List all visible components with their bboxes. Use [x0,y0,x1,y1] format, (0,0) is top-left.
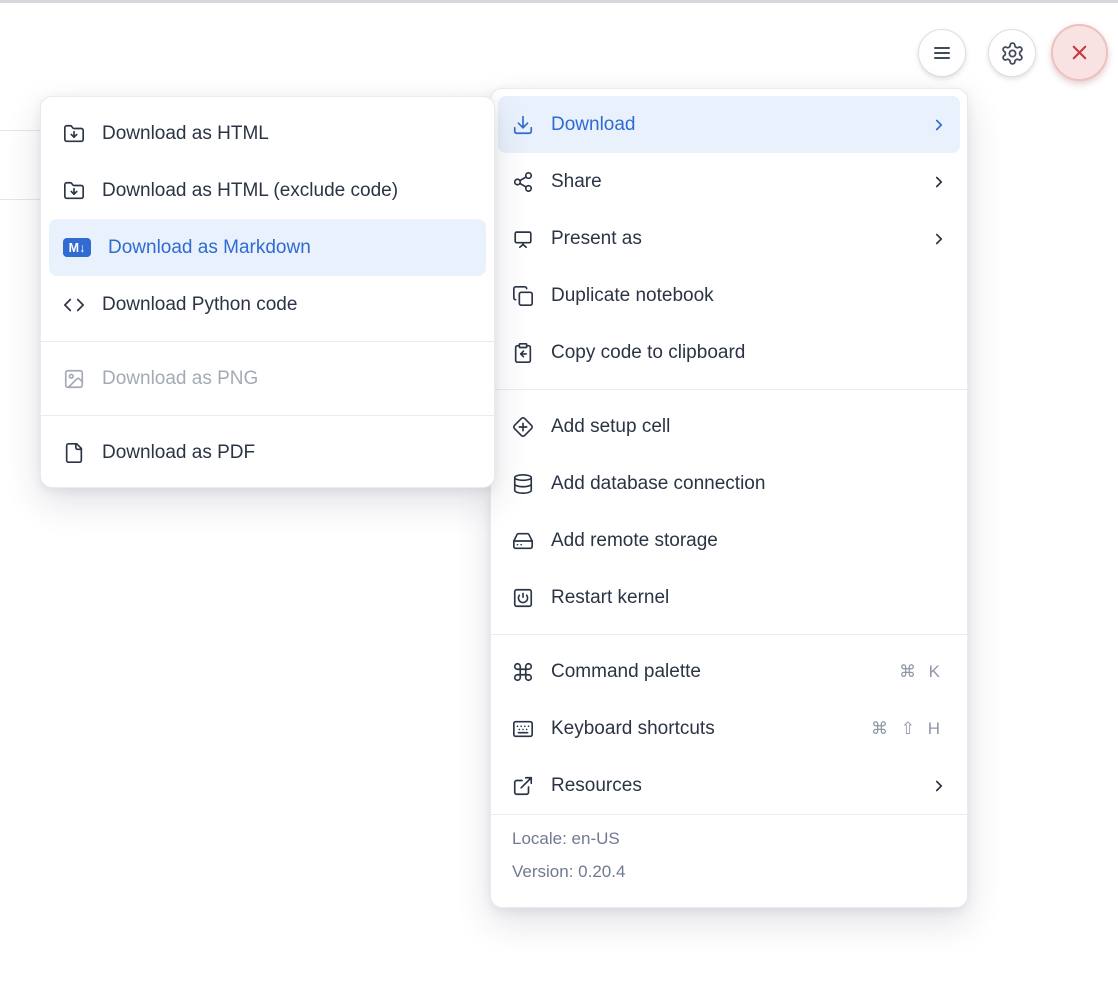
notebook-menu-button[interactable] [918,29,966,77]
hamburger-icon [930,41,954,65]
menu-item-keyboard-shortcuts[interactable]: Keyboard shortcuts ⌘ ⇧ H [498,700,960,757]
locale-text: Locale: en-US [512,829,946,849]
menu-item-label: Restart kernel [551,587,948,609]
submenu-item-download-python-code[interactable]: Download Python code [49,276,486,333]
background-rule-line [0,199,40,200]
database-icon [512,473,534,495]
menu-separator [41,415,494,416]
menu-item-duplicate-notebook[interactable]: Duplicate notebook [498,267,960,324]
markdown-badge-icon: M↓ [63,237,91,259]
presentation-icon [512,228,534,250]
submenu-item-download-pdf[interactable]: Download as PDF [49,424,486,481]
folder-download-icon [63,180,85,202]
external-link-icon [512,775,534,797]
menu-item-label: Download as PNG [102,368,474,390]
menu-item-label: Share [551,171,930,193]
menu-item-label: Add setup cell [551,416,948,438]
code-icon [63,294,85,316]
menu-item-share[interactable]: Share [498,153,960,210]
window-top-edge [0,0,1118,3]
share-icon [512,171,534,193]
chevron-right-icon [930,777,948,795]
keyboard-icon [512,718,534,740]
menu-item-label: Command palette [551,661,899,683]
menu-item-add-setup-cell[interactable]: Add setup cell [498,398,960,455]
hard-drive-icon [512,530,534,552]
menu-item-command-palette[interactable]: Command palette ⌘ K [498,643,960,700]
gear-icon [1000,41,1025,66]
chevron-right-icon [930,116,948,134]
markdown-badge-text: M↓ [63,238,91,257]
chevron-right-icon [930,230,948,248]
menu-item-present-as[interactable]: Present as [498,210,960,267]
menu-item-add-database-connection[interactable]: Add database connection [498,455,960,512]
keyboard-shortcut-hint: ⌘ ⇧ H [871,719,944,739]
close-icon [1068,41,1091,64]
version-text: Version: 0.20.4 [512,862,946,882]
menu-item-add-remote-storage[interactable]: Add remote storage [498,512,960,569]
menu-item-label: Download as Markdown [108,237,474,259]
menu-separator [491,389,967,390]
menu-item-label: Download as PDF [102,442,474,464]
menu-item-label: Add database connection [551,473,948,495]
menu-item-label: Present as [551,228,930,250]
command-icon [512,661,534,683]
menu-item-label: Duplicate notebook [551,285,948,307]
menu-item-label: Keyboard shortcuts [551,718,871,740]
close-button[interactable] [1051,24,1108,81]
clipboard-copy-icon [512,342,534,364]
menu-item-label: Download as HTML (exclude code) [102,180,474,202]
download-submenu: Download as HTML Download as HTML (exclu… [40,96,495,488]
folder-download-icon [63,123,85,145]
menu-item-restart-kernel[interactable]: Restart kernel [498,569,960,626]
submenu-item-download-html-exclude-code[interactable]: Download as HTML (exclude code) [49,162,486,219]
menu-item-download[interactable]: Download [498,96,960,153]
submenu-item-download-png[interactable]: Download as PNG [49,350,486,407]
image-icon [63,368,85,390]
menu-separator [491,634,967,635]
file-icon [63,442,85,464]
menu-item-label: Add remote storage [551,530,948,552]
menu-item-resources[interactable]: Resources [498,757,960,814]
diamond-plus-icon [512,416,534,438]
settings-button[interactable] [988,29,1036,77]
duplicate-icon [512,285,534,307]
menu-item-label: Download as HTML [102,123,474,145]
keyboard-shortcut-hint: ⌘ K [899,662,944,682]
download-icon [512,114,534,136]
background-rule-line [0,130,40,131]
power-square-icon [512,587,534,609]
menu-item-label: Resources [551,775,930,797]
menu-separator [41,341,494,342]
menu-item-copy-code[interactable]: Copy code to clipboard [498,324,960,381]
submenu-item-download-markdown[interactable]: M↓ Download as Markdown [49,219,486,276]
menu-item-label: Download [551,114,930,136]
menu-item-label: Download Python code [102,294,474,316]
notebook-actions-menu: Download Share Present as Duplicate note… [490,88,968,908]
menu-item-label: Copy code to clipboard [551,342,948,364]
menu-footer: Locale: en-US Version: 0.20.4 [491,814,967,882]
chevron-right-icon [930,173,948,191]
submenu-item-download-html[interactable]: Download as HTML [49,105,486,162]
